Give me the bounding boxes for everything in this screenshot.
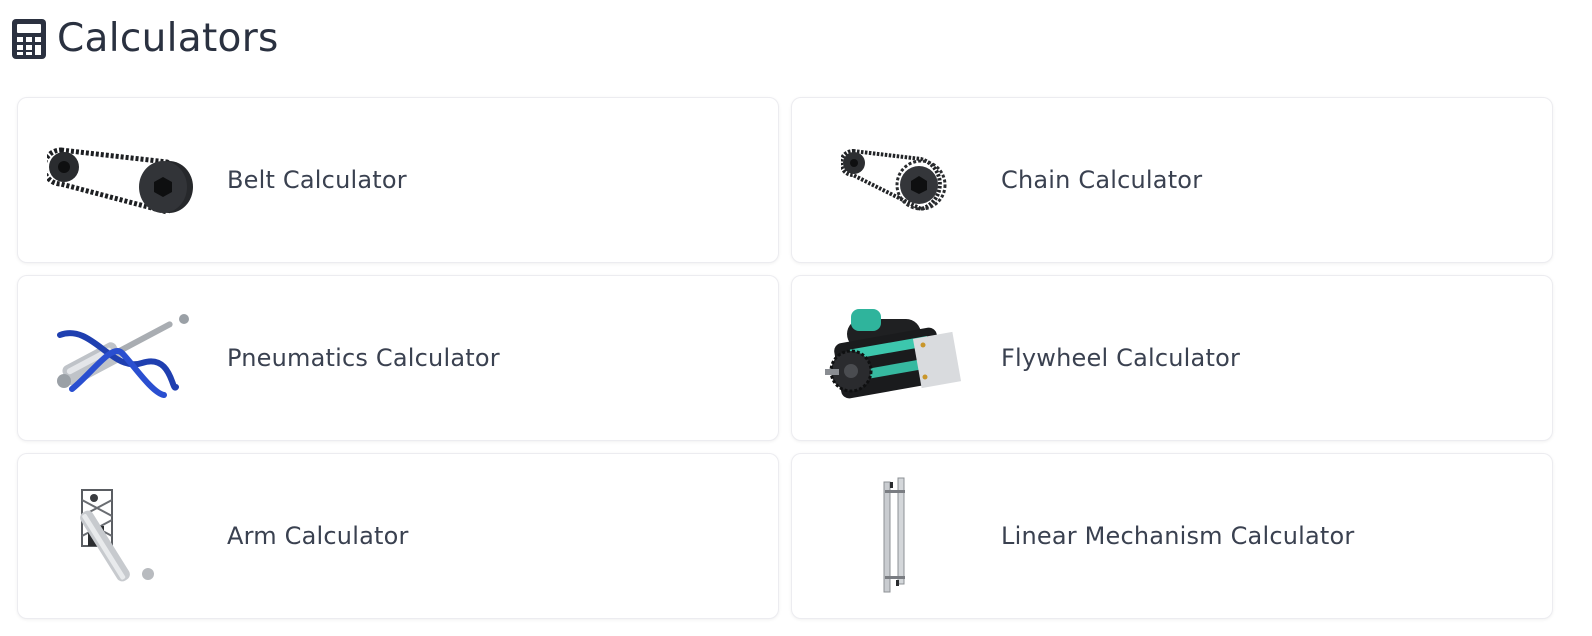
belt-calculator-card[interactable]: Belt Calculator — [17, 97, 779, 263]
flywheel-calculator-label: Flywheel Calculator — [1001, 344, 1241, 372]
pneumatics-calculator-card[interactable]: Pneumatics Calculator — [17, 275, 779, 441]
arm-mechanism-icon — [42, 472, 202, 600]
flywheel-calculator-card[interactable]: Flywheel Calculator — [791, 275, 1553, 441]
page-title: Calculators — [57, 16, 279, 61]
pneumatics-calculator-label: Pneumatics Calculator — [227, 344, 500, 372]
linear-mechanism-calculator-label: Linear Mechanism Calculator — [1001, 522, 1355, 550]
arm-calculator-card[interactable]: Arm Calculator — [17, 453, 779, 619]
linear-elevator-icon — [816, 472, 976, 600]
page-header: Calculators — [11, 17, 279, 61]
belt-calculator-label: Belt Calculator — [227, 166, 407, 194]
pneumatic-cylinder-icon — [42, 294, 202, 422]
chain-calculator-label: Chain Calculator — [1001, 166, 1203, 194]
calculator-icon — [12, 19, 46, 59]
chain-calculator-card[interactable]: Chain Calculator — [791, 97, 1553, 263]
chain-sprocket-icon — [816, 116, 976, 244]
arm-calculator-label: Arm Calculator — [227, 522, 409, 550]
linear-mechanism-calculator-card[interactable]: Linear Mechanism Calculator — [791, 453, 1553, 619]
belt-pulley-icon — [42, 116, 202, 244]
flywheel-shooter-icon — [816, 294, 976, 422]
calculator-grid: Belt Calculator Chain Calculator Pneumat… — [17, 97, 1575, 629]
